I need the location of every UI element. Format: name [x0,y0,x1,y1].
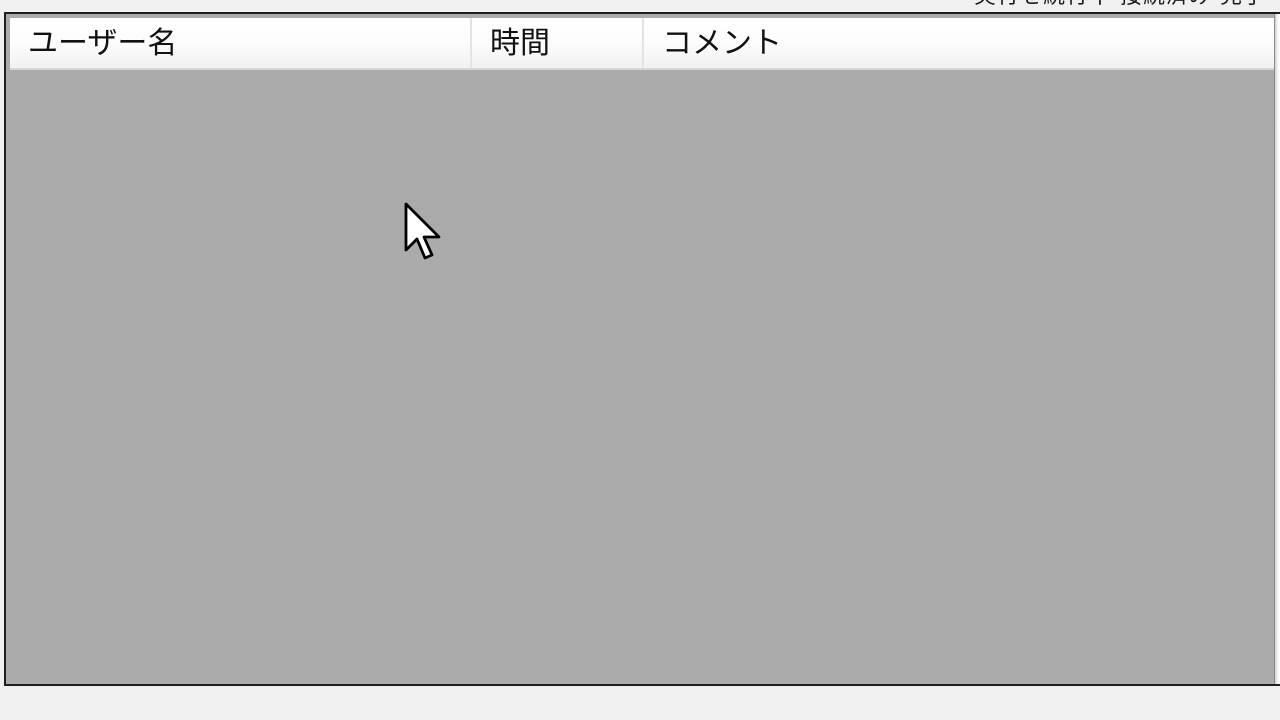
bottom-strip [0,686,1280,720]
column-header-time[interactable]: 時間 [472,18,644,68]
comment-list-view[interactable]: ユーザー名 時間 コメント [4,12,1280,686]
list-header-row: ユーザー名 時間 コメント [10,18,1276,70]
vertical-scrollbar-edge[interactable] [1274,14,1280,684]
list-body-empty[interactable] [6,72,1274,684]
top-cutoff-label: 実行を続行中 接続済み 完了 [974,0,1266,8]
column-header-username[interactable]: ユーザー名 [10,18,472,68]
column-header-comment[interactable]: コメント [644,18,1276,68]
